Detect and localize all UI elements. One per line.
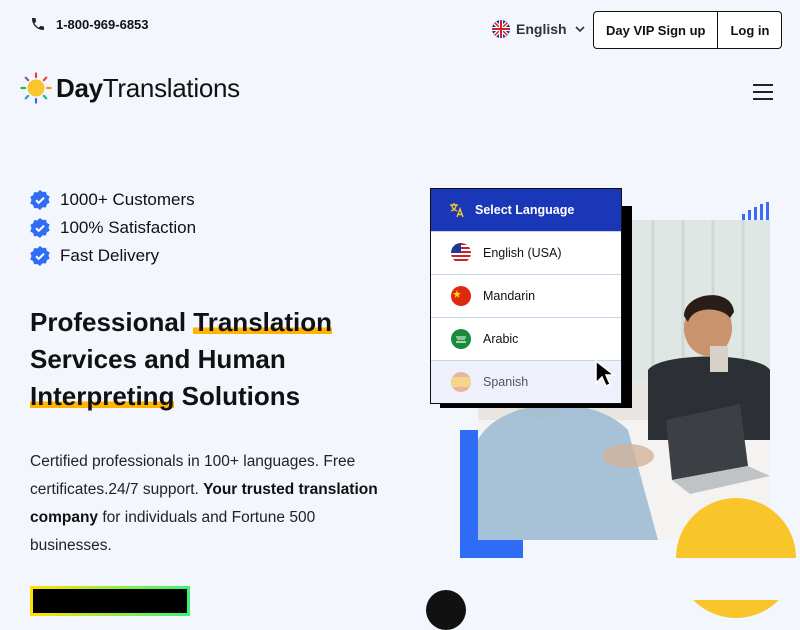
hero-description: Certified professionals in 100+ language… bbox=[30, 448, 380, 560]
hamburger-menu-icon[interactable] bbox=[753, 84, 773, 105]
usa-flag-icon bbox=[451, 243, 471, 263]
feature-label: 100% Satisfaction bbox=[60, 218, 197, 237]
title-part: Professional bbox=[30, 307, 194, 337]
saudi-flag-icon bbox=[451, 329, 471, 349]
language-label: English bbox=[516, 21, 567, 37]
dropdown-title: Select Language bbox=[475, 203, 575, 217]
decor-mask bbox=[676, 558, 800, 600]
language-selector[interactable]: English bbox=[492, 20, 585, 38]
spain-flag-icon bbox=[451, 372, 471, 392]
phone-contact[interactable]: 1-800-969-6853 bbox=[30, 16, 149, 32]
dropdown-header[interactable]: Select Language bbox=[431, 189, 621, 231]
title-highlight: Interpreting bbox=[30, 381, 175, 411]
chevron-down-icon bbox=[574, 26, 585, 33]
title-highlight: Translation bbox=[193, 307, 332, 337]
china-flag-icon bbox=[451, 286, 471, 306]
feature-item: Fast Delivery bbox=[30, 246, 196, 266]
title-part: Solutions bbox=[174, 381, 301, 411]
verified-check-icon bbox=[30, 218, 50, 238]
login-button[interactable]: Log in bbox=[718, 12, 781, 48]
uk-flag-icon bbox=[492, 20, 510, 38]
verified-check-icon bbox=[30, 190, 50, 210]
language-option-arabic[interactable]: Arabic bbox=[431, 317, 621, 360]
phone-number[interactable]: 1-800-969-6853 bbox=[56, 17, 149, 32]
page-title: Professional Translation Services and Hu… bbox=[30, 304, 410, 415]
chat-button[interactable] bbox=[426, 590, 466, 630]
language-option-spanish[interactable]: Spanish bbox=[431, 360, 621, 403]
feature-item: 100% Satisfaction bbox=[30, 218, 196, 238]
language-option-label: Spanish bbox=[483, 375, 529, 389]
translate-icon bbox=[450, 203, 464, 218]
feature-item: 1000+ Customers bbox=[30, 190, 196, 210]
logo-text: Translations bbox=[102, 72, 240, 103]
auth-buttons: Day VIP Sign up Log in bbox=[593, 11, 783, 49]
decor-bars-icon bbox=[742, 202, 769, 220]
language-option-english[interactable]: English (USA) bbox=[431, 231, 621, 274]
verified-check-icon bbox=[30, 246, 50, 266]
feature-list: 1000+ Customers 100% Satisfaction Fast D… bbox=[30, 190, 196, 274]
language-option-mandarin[interactable]: Mandarin bbox=[431, 274, 621, 317]
language-option-label: Arabic bbox=[483, 332, 519, 346]
title-part: Services and Human bbox=[30, 344, 286, 374]
sun-logo-icon bbox=[20, 72, 52, 104]
feature-label: 1000+ Customers bbox=[60, 190, 195, 209]
language-option-label: Mandarin bbox=[483, 289, 536, 303]
phone-icon bbox=[32, 18, 44, 30]
cta-button[interactable] bbox=[30, 586, 190, 616]
vip-signup-button[interactable]: Day VIP Sign up bbox=[594, 12, 719, 48]
mouse-cursor-icon bbox=[595, 360, 616, 388]
language-option-label: English (USA) bbox=[483, 246, 562, 260]
logo-bold-text: Day bbox=[56, 72, 103, 103]
feature-label: Fast Delivery bbox=[60, 246, 160, 265]
logo[interactable]: DayTranslations bbox=[20, 72, 240, 104]
